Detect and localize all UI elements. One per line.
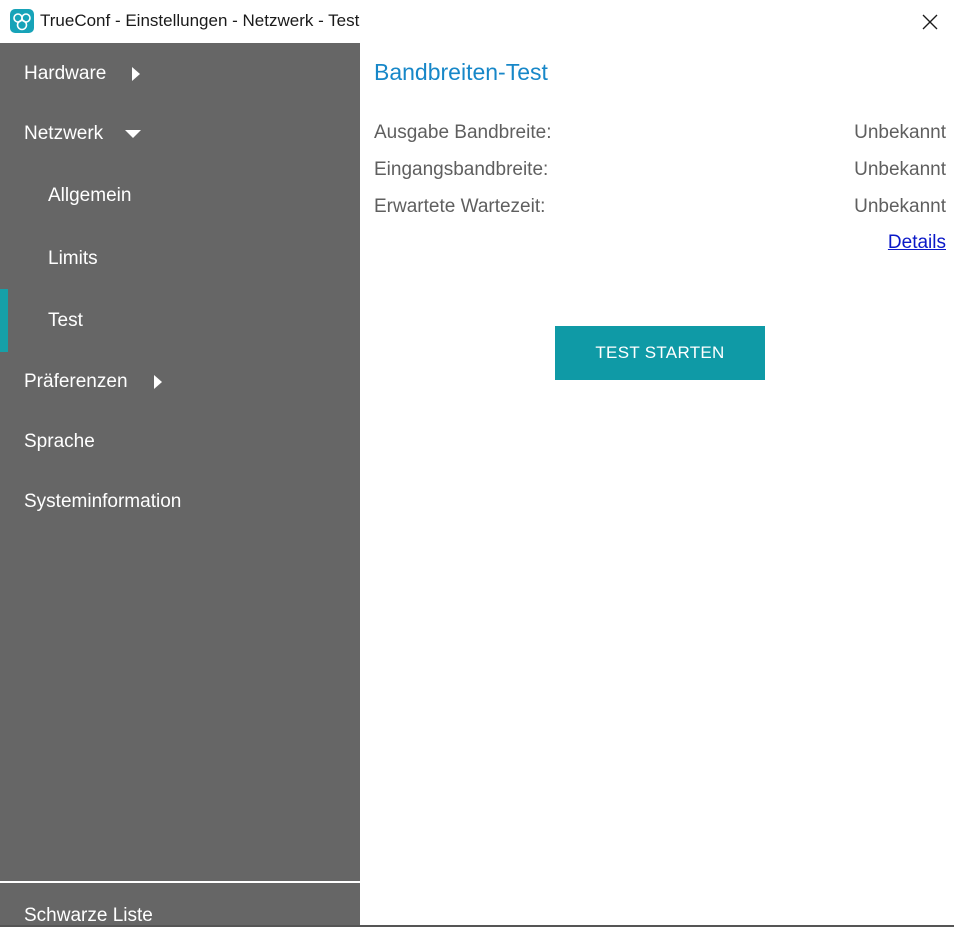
sidebar-item-label: Systeminformation (24, 491, 182, 512)
info-value: Unbekannt (854, 196, 946, 217)
info-label: Erwartete Wartezeit: (374, 196, 546, 217)
title-bar: TrueConf - Einstellungen - Netzwerk - Te… (0, 0, 954, 43)
sidebar-item-praeferenzen[interactable]: Präferenzen (0, 352, 360, 412)
active-indicator (0, 289, 8, 352)
chevron-right-icon (153, 375, 162, 389)
trueconf-logo-icon (10, 9, 34, 33)
sidebar-item-netzwerk[interactable]: Netzwerk (0, 104, 360, 164)
main-content: Bandbreiten-Test Ausgabe Bandbreite: Unb… (360, 43, 954, 927)
sidebar-item-sprache[interactable]: Sprache (0, 412, 360, 472)
sidebar-item-limits[interactable]: Limits (0, 229, 360, 289)
window-title: TrueConf - Einstellungen - Netzwerk - Te… (40, 11, 360, 30)
sidebar: Hardware Netzwerk Allgemein Limits Test … (0, 43, 360, 927)
info-value: Unbekannt (854, 159, 946, 180)
sidebar-item-systeminformation[interactable]: Systeminformation (0, 472, 360, 532)
sidebar-item-label: Präferenzen (24, 371, 128, 392)
sidebar-item-label: Sprache (24, 431, 95, 452)
sidebar-item-label: Hardware (24, 63, 107, 84)
settings-window: TrueConf - Einstellungen - Netzwerk - Te… (0, 0, 954, 927)
info-row-input-bandwidth: Eingangsbandbreite: Unbekannt (374, 157, 946, 183)
info-label: Ausgabe Bandbreite: (374, 122, 552, 143)
sidebar-item-test[interactable]: Test (0, 289, 360, 352)
sidebar-item-label: Netzwerk (24, 123, 104, 144)
sidebar-item-label: Schwarze Liste (24, 905, 153, 926)
sidebar-item-label: Test (48, 309, 83, 331)
sidebar-item-hardware[interactable]: Hardware (0, 44, 360, 104)
page-title: Bandbreiten-Test (374, 59, 548, 85)
sidebar-item-schwarze-liste[interactable]: Schwarze Liste (0, 883, 360, 927)
sidebar-item-allgemein[interactable]: Allgemein (0, 166, 360, 226)
close-button[interactable] (906, 0, 954, 43)
start-test-button[interactable]: TEST STARTEN (555, 326, 765, 380)
info-row-output-bandwidth: Ausgabe Bandbreite: Unbekannt (374, 120, 946, 146)
chevron-down-icon (125, 130, 142, 138)
info-label: Eingangsbandbreite: (374, 159, 549, 180)
sidebar-item-label: Allgemein (48, 185, 132, 206)
chevron-right-icon (132, 67, 141, 81)
sidebar-item-label: Limits (48, 248, 98, 269)
details-link[interactable]: Details (888, 232, 946, 254)
info-row-expected-latency: Erwartete Wartezeit: Unbekannt (374, 194, 946, 220)
info-value: Unbekannt (854, 122, 946, 143)
close-icon (922, 14, 938, 29)
